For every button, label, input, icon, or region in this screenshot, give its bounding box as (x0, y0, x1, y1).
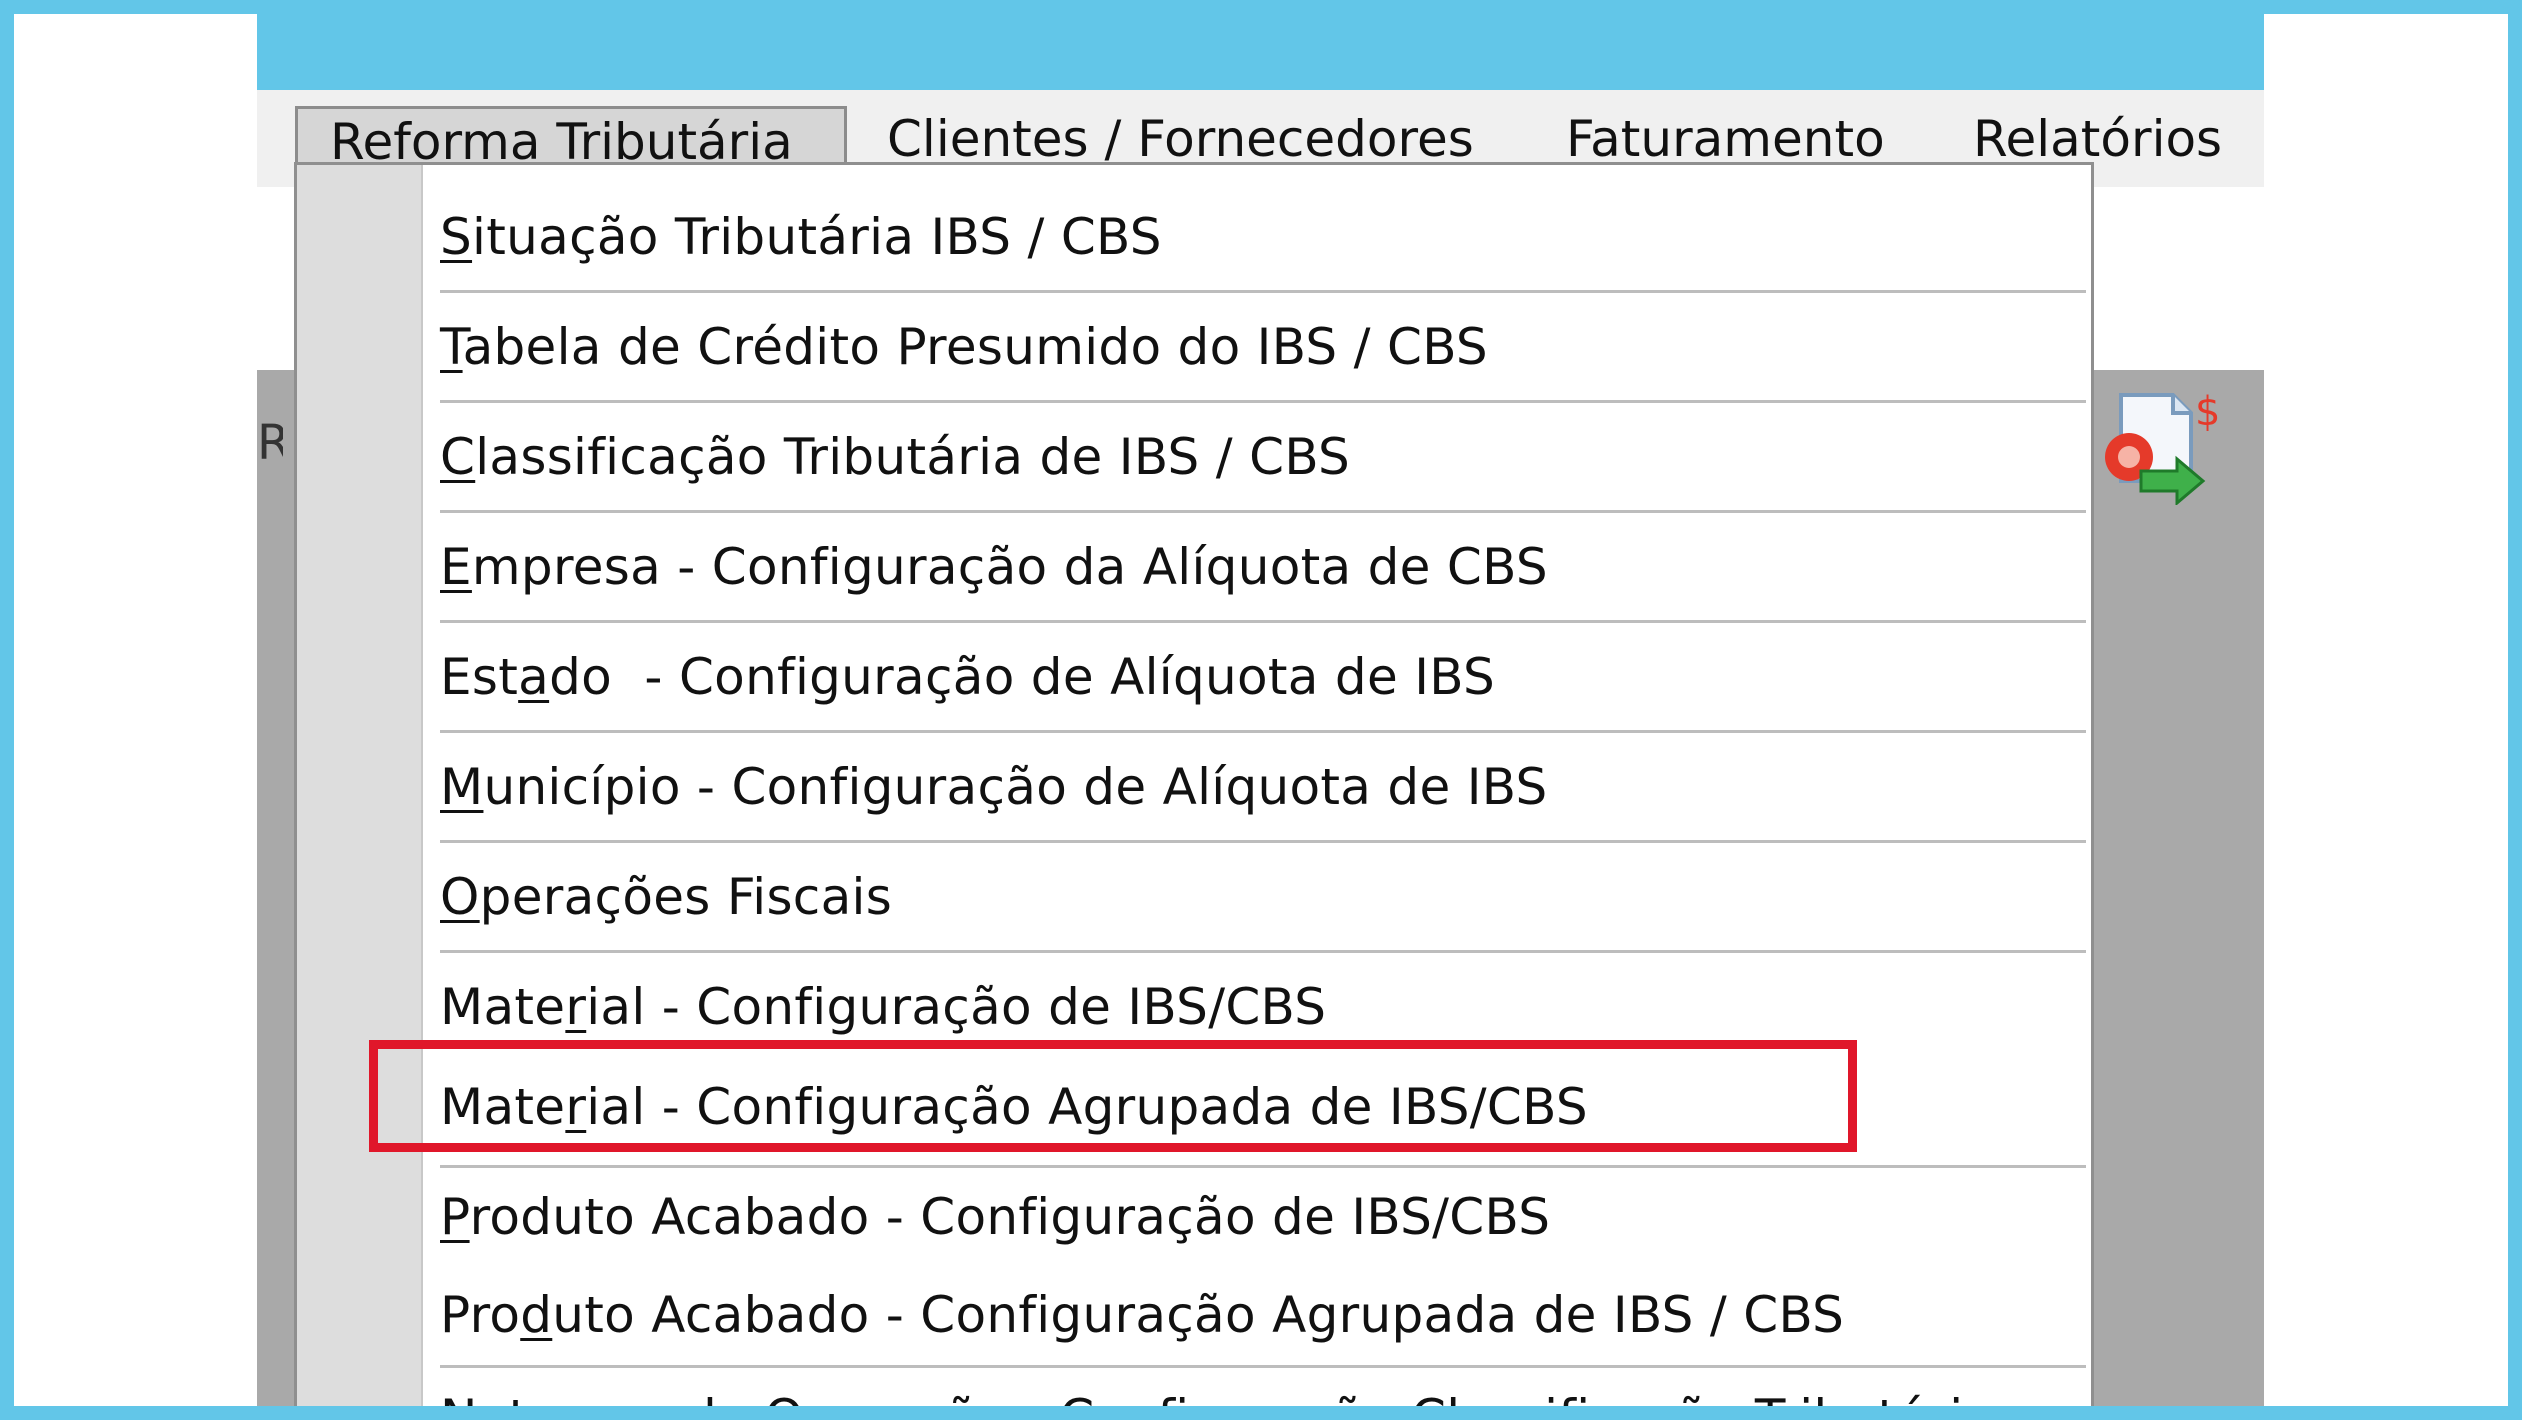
item-rest: abela de Crédito Presumido do IBS / CBS (462, 318, 1488, 376)
menu-mnemonic: l (2036, 110, 2051, 168)
menu-item-produto-acabado-configuracao[interactable]: Produto Acabado - Configuração de IBS/CB… (440, 1180, 1550, 1254)
menu-separator (440, 400, 2086, 403)
item-rest: lassificação Tributária de IBS / CBS (475, 428, 1351, 486)
menu-item-empresa-aliquota-cbs[interactable]: Empresa - Configuração da Alíquota de CB… (440, 530, 1548, 604)
item-mnemonic: N (440, 1389, 478, 1406)
title-bar (257, 14, 2264, 90)
menu-mnemonic: C (887, 110, 922, 168)
menu-item-classificacao-tributaria[interactable]: Classificação Tributária de IBS / CBS (440, 420, 1350, 494)
menu-separator (440, 840, 2086, 843)
menu-separator (440, 1365, 2086, 1368)
reforma-tributaria-dropdown: Situação Tributária IBS / CBS Tabela de … (294, 162, 2094, 1406)
menu-item-estado-aliquota-ibs[interactable]: Estado - Configuração de Alíquota de IBS (440, 640, 1495, 714)
dollar-symbol: $ (2195, 389, 2220, 435)
item-mnemonic: E (440, 538, 472, 596)
item-mnemonic: S (440, 208, 473, 266)
item-rest: roduto Acabado - Configuração de IBS/CBS (469, 1188, 1551, 1246)
item-mnemonic: d (520, 1286, 553, 1344)
financial-report-icon[interactable]: $ (2095, 385, 2225, 505)
item-rest: uto Acabado - Configuração Agrupada de I… (552, 1286, 1845, 1344)
menu-mnemonic: F (1566, 110, 1591, 168)
item-rest: ial - Configuração de IBS/CBS (586, 978, 1327, 1036)
right-white-margin (2264, 14, 2508, 1406)
menu-separator (440, 950, 2086, 953)
toolbar-clipped-label: R (257, 415, 283, 471)
menu-label-rest: lientes / Fornecedores (921, 110, 1474, 168)
item-pre: Mate (440, 978, 566, 1036)
menu-separator (440, 290, 2086, 293)
item-mnemonic: a (518, 648, 550, 706)
item-rest: atureza de Operação - Configuração Class… (478, 1389, 1995, 1406)
item-mnemonic: C (440, 428, 476, 486)
item-rest: unicípio - Configuração de Alíquota de I… (483, 758, 1548, 816)
menu-separator (440, 730, 2086, 733)
menu-item-natureza-operacao[interactable]: Natureza de Operação - Configuração Clas… (440, 1381, 1994, 1406)
item-pre: Pro (440, 1286, 521, 1344)
menu-icon-gutter (297, 165, 423, 1406)
item-rest: do - Configuração de Alíquota de IBS (549, 648, 1496, 706)
menu-label-pre: Re (1973, 110, 2037, 168)
application-window: R $ Reforma Tributária Clientes / Fornec… (257, 14, 2264, 1406)
menu-label-rest: atórios (2050, 110, 2223, 168)
menu-item-tabela-credito-presumido[interactable]: Tabela de Crédito Presumido do IBS / CBS (440, 310, 1488, 384)
item-mnemonic: T (440, 318, 463, 376)
item-rest: ituação Tributária IBS / CBS (472, 208, 1162, 266)
item-mnemonic: O (440, 868, 480, 926)
item-pre: Est (440, 648, 519, 706)
item-rest: perações Fiscais (479, 868, 893, 926)
menu-item-municipio-aliquota-ibs[interactable]: Município - Configuração de Alíquota de … (440, 750, 1548, 824)
menu-item-situacao-tributaria[interactable]: Situação Tributária IBS / CBS (440, 200, 1162, 274)
item-mnemonic: M (440, 758, 484, 816)
item-rest: mpresa - Configuração da Alíquota de CBS (471, 538, 1548, 596)
menu-item-operacoes-fiscais[interactable]: Operações Fiscais (440, 860, 892, 934)
highlight-annotation-box (369, 1040, 1857, 1152)
menu-label-rest: aturamento (1590, 110, 1885, 168)
item-mnemonic: r (565, 978, 587, 1036)
menu-separator (440, 1165, 2086, 1168)
left-white-margin (14, 14, 257, 1406)
menu-separator (440, 620, 2086, 623)
menu-item-produto-acabado-agrupada[interactable]: Produto Acabado - Configuração Agrupada … (440, 1278, 1844, 1352)
menu-item-material-configuracao[interactable]: Material - Configuração de IBS/CBS (440, 970, 1326, 1044)
item-mnemonic: P (440, 1188, 470, 1246)
menu-separator (440, 510, 2086, 513)
